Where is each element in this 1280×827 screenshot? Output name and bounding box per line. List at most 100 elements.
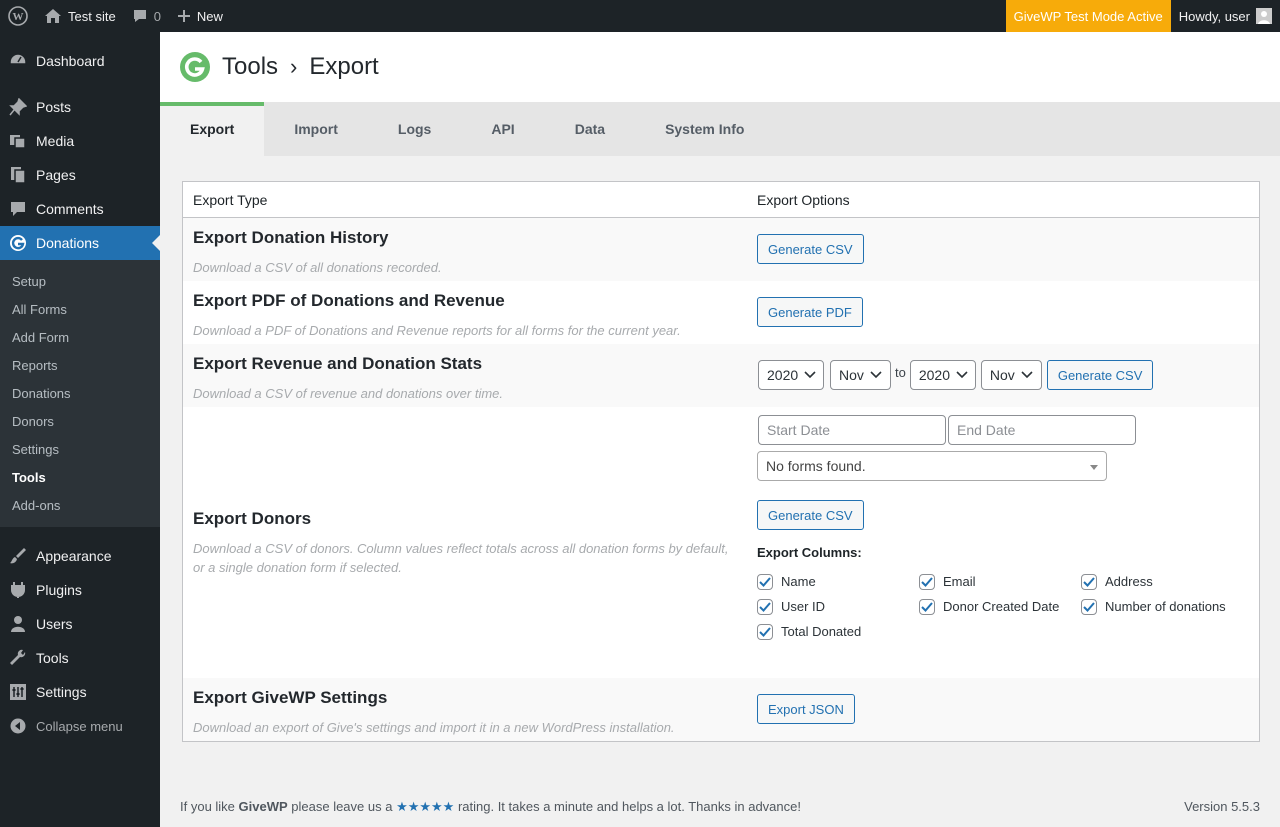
site-name-link[interactable]: Test site — [36, 0, 124, 32]
export-table: Export Type Export Options Export Donati… — [182, 181, 1260, 742]
chevron-down-icon — [956, 371, 968, 379]
footer-text-post: rating. It takes a minute and helps a lo… — [454, 799, 801, 814]
plus-icon — [177, 9, 191, 23]
start-year-value: 2020 — [767, 367, 799, 383]
checkmark-icon — [1081, 573, 1097, 590]
row-title: Export GiveWP Settings — [193, 688, 388, 707]
sidebar-item-label: Plugins — [36, 582, 82, 598]
export-columns-grid: Name Email Address User ID Donor Created… — [757, 572, 1259, 641]
sidebar-item-plugins[interactable]: Plugins — [0, 573, 160, 607]
submenu-item-donations[interactable]: Donations — [0, 379, 160, 407]
sidebar-item-label: Donations — [36, 235, 100, 251]
tab-system-info[interactable]: System Info — [635, 102, 774, 156]
sidebar-item-label: Media — [36, 133, 75, 149]
submenu-item-donors[interactable]: Donors — [0, 407, 160, 435]
column-header-export-options: Export Options — [757, 191, 850, 208]
my-account-link[interactable]: Howdy, user — [1171, 0, 1280, 32]
rating-stars-link[interactable]: ★★★★★ — [396, 799, 454, 814]
sidebar-item-users[interactable]: Users — [0, 607, 160, 641]
submenu-item-all-forms[interactable]: All Forms — [0, 295, 160, 323]
generate-csv-button[interactable]: Generate CSV — [757, 234, 864, 264]
column-checkbox-number-of-donations[interactable]: Number of donations — [1081, 597, 1243, 616]
appearance-icon — [8, 546, 28, 566]
checkbox-label: Email — [943, 574, 976, 589]
column-checkbox-address[interactable]: Address — [1081, 572, 1243, 591]
tab-api[interactable]: API — [461, 102, 544, 156]
column-checkbox-total-donated[interactable]: Total Donated — [757, 622, 919, 641]
sidebar-item-tools[interactable]: Tools — [0, 641, 160, 675]
submenu-item-add-ons[interactable]: Add-ons — [0, 491, 160, 519]
start-month-select[interactable]: Nov — [830, 360, 891, 390]
media-icon — [8, 131, 28, 151]
row-title: Export Revenue and Donation Stats — [193, 354, 483, 373]
comments-link[interactable]: 0 — [124, 0, 169, 32]
page-title: Tools › Export — [222, 53, 379, 81]
admin-bar: W Test site 0 New GiveWP Test Mode Activ… — [0, 0, 1280, 32]
submenu-item-tools[interactable]: Tools — [0, 463, 160, 491]
sidebar-item-settings[interactable]: Settings — [0, 675, 160, 709]
table-row: Export GiveWP Settings Download an expor… — [183, 678, 1259, 741]
admin-sidebar: Dashboard Posts Media Pages Comments Don… — [0, 32, 160, 827]
dashboard-icon — [8, 51, 28, 71]
give-icon — [8, 233, 28, 253]
collapse-menu-button[interactable]: Collapse menu — [0, 709, 160, 743]
row-title: Export Donation History — [193, 228, 389, 247]
checkbox-label: Name — [781, 574, 816, 589]
form-select[interactable]: No forms found. — [757, 451, 1107, 481]
site-name: Test site — [68, 8, 116, 24]
sidebar-item-appearance[interactable]: Appearance — [0, 539, 160, 573]
sidebar-item-pages[interactable]: Pages — [0, 158, 160, 192]
start-date-input[interactable]: Start Date — [758, 415, 946, 445]
sidebar-item-comments[interactable]: Comments — [0, 192, 160, 226]
avatar — [1256, 8, 1272, 24]
submenu-item-settings[interactable]: Settings — [0, 435, 160, 463]
page-title-export: Export — [309, 53, 379, 80]
submenu-item-add-form[interactable]: Add Form — [0, 323, 160, 351]
sidebar-item-donations[interactable]: Donations — [0, 226, 160, 260]
new-content-link[interactable]: New — [169, 0, 231, 32]
svg-text:W: W — [13, 11, 24, 23]
generate-stats-csv-button[interactable]: Generate CSV — [1046, 360, 1154, 390]
start-year-select[interactable]: 2020 — [758, 360, 824, 390]
comment-icon — [132, 8, 148, 24]
submenu-item-reports[interactable]: Reports — [0, 351, 160, 379]
column-checkbox-email[interactable]: Email — [919, 572, 1081, 591]
sidebar-item-media[interactable]: Media — [0, 124, 160, 158]
checkmark-icon — [757, 598, 773, 615]
breadcrumb-separator: › — [290, 54, 298, 79]
submenu-item-setup[interactable]: Setup — [0, 267, 160, 295]
wordpress-logo-icon[interactable]: W — [0, 0, 36, 32]
pages-icon — [8, 165, 28, 185]
end-year-value: 2020 — [918, 367, 950, 383]
dropdown-arrow-icon — [1090, 458, 1098, 474]
tab-data[interactable]: Data — [545, 102, 635, 156]
column-checkbox-donor-created-date[interactable]: Donor Created Date — [919, 597, 1081, 616]
column-checkbox-name[interactable]: Name — [757, 572, 919, 591]
checkbox-label: Donor Created Date — [943, 599, 1060, 614]
admin-footer: If you like GiveWP please leave us a ★★★… — [180, 799, 1260, 815]
comments-icon — [8, 199, 28, 219]
end-month-select[interactable]: Nov — [980, 360, 1042, 390]
donations-submenu: Setup All Forms Add Form Reports Donatio… — [0, 260, 160, 527]
export-json-button[interactable]: Export JSON — [757, 694, 855, 724]
checkbox-label: User ID — [781, 599, 826, 614]
column-checkbox-user-id[interactable]: User ID — [757, 597, 919, 616]
tab-export[interactable]: Export — [160, 102, 265, 156]
checkmark-icon — [1081, 598, 1097, 615]
comments-count: 0 — [153, 8, 161, 24]
checkbox-label: Address — [1105, 574, 1153, 589]
sidebar-item-label: Posts — [36, 99, 72, 115]
sidebar-item-label: Comments — [36, 201, 104, 217]
test-mode-badge[interactable]: GiveWP Test Mode Active — [1005, 0, 1171, 32]
generate-pdf-button[interactable]: Generate PDF — [757, 297, 863, 327]
tab-logs[interactable]: Logs — [368, 102, 461, 156]
sidebar-item-label: Dashboard — [36, 53, 105, 69]
sidebar-item-dashboard[interactable]: Dashboard — [0, 44, 160, 78]
footer-text-mid: please leave us a — [287, 799, 397, 814]
end-year-select[interactable]: 2020 — [909, 360, 976, 390]
generate-donors-csv-button[interactable]: Generate CSV — [757, 500, 864, 530]
end-date-input[interactable]: End Date — [948, 415, 1136, 445]
tab-import[interactable]: Import — [264, 102, 368, 156]
sidebar-item-posts[interactable]: Posts — [0, 90, 160, 124]
new-label: New — [196, 8, 223, 24]
